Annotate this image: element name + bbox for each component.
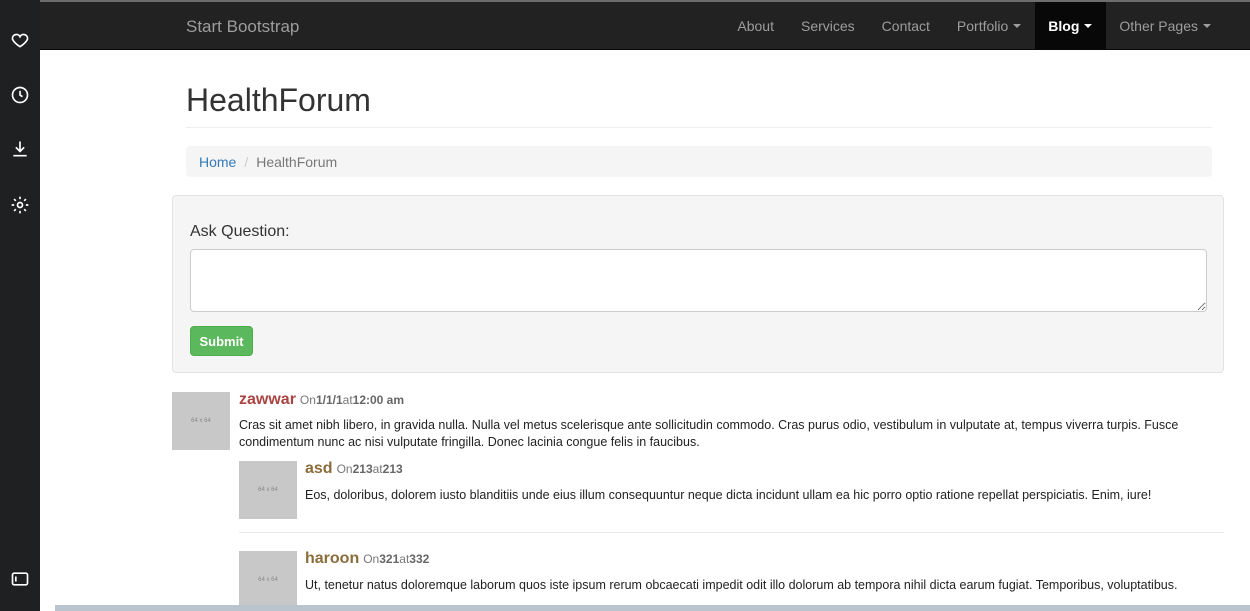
comment-on-text: On (363, 552, 380, 566)
comment-meta: On321at332 (363, 552, 429, 566)
nav-contact-label: Contact (881, 17, 930, 34)
comment-at-text: at (399, 552, 410, 566)
comment-time: 12:00 am (352, 393, 405, 407)
browser-sidebar (0, 0, 40, 611)
comment-time: 332 (409, 552, 430, 566)
nav-blog[interactable]: Blog (1034, 2, 1106, 49)
comment-text: Ut, tenetur natus doloremque laborum quo… (305, 578, 1178, 592)
nav-services-label: Services (800, 17, 855, 34)
page-title: HealthForum (186, 82, 371, 118)
comment-date: 1/1/1 (315, 393, 343, 407)
sidebar-toggle-icon[interactable] (8, 567, 32, 591)
nav-portfolio-label: Portfolio (956, 17, 1009, 34)
navbar-nav: About Services Contact Portfolio Blog Ot… (724, 2, 1250, 49)
ask-question-panel: Ask Question: Submit (172, 195, 1224, 373)
comment-author-line: haroon On321at332 (305, 550, 429, 568)
comment-author: zawwar (239, 391, 296, 408)
ask-question-label: Ask Question: (190, 223, 290, 240)
avatar: 64 x 64 (239, 461, 297, 519)
comment-date: 321 (379, 552, 400, 566)
nav-services[interactable]: Services (787, 2, 868, 49)
nav-about-label: About (737, 17, 774, 34)
comment-date: 213 (352, 462, 373, 476)
comment-at-text: at (372, 462, 383, 476)
caret-down-icon (1013, 23, 1022, 28)
navbar-brand[interactable]: Start Bootstrap (186, 17, 299, 37)
comment-author: haroon (305, 550, 360, 567)
nav-other-pages-label: Other Pages (1119, 17, 1198, 34)
submit-button[interactable]: Submit (190, 326, 253, 356)
comment-text: Cras sit amet nibh libero, in gravida nu… (239, 418, 1179, 449)
comment-on-text: On (299, 393, 316, 407)
comment-at-text: at (342, 393, 353, 407)
divider (239, 532, 1224, 533)
comment-meta: On1/1/1at12:00 am (300, 393, 404, 407)
avatar: 64 x 64 (172, 392, 230, 450)
comment-meta: On213at213 (337, 462, 403, 476)
comment-author-line: zawwar On1/1/1at12:00 am (239, 391, 404, 409)
question-textarea[interactable] (190, 249, 1207, 312)
heart-icon[interactable] (8, 28, 32, 52)
clock-icon[interactable] (8, 83, 32, 107)
gear-icon[interactable] (8, 193, 32, 217)
comment-time: 213 (382, 462, 403, 476)
breadcrumb-home-link[interactable]: Home (199, 154, 236, 170)
caret-down-icon (1084, 23, 1093, 28)
breadcrumb: Home / HealthForum (186, 146, 1212, 177)
avatar: 64 x 64 (239, 551, 297, 609)
comment-author: asd (305, 460, 333, 477)
nav-blog-label: Blog (1048, 17, 1080, 34)
breadcrumb-separator: / (244, 153, 249, 170)
download-icon[interactable] (8, 137, 32, 161)
nav-about[interactable]: About (724, 2, 788, 49)
comment-on-text: On (336, 462, 353, 476)
nav-contact[interactable]: Contact (868, 2, 943, 49)
nav-portfolio[interactable]: Portfolio (943, 2, 1034, 49)
comment-author-line: asd On213at213 (305, 460, 403, 478)
navbar: Start Bootstrap About Services Contact P… (40, 2, 1250, 50)
breadcrumb-current: HealthForum (256, 153, 338, 170)
comment-text: Eos, doloribus, dolorem iusto blanditiis… (305, 488, 1152, 502)
nav-other-pages[interactable]: Other Pages (1106, 2, 1250, 49)
divider (186, 127, 1212, 128)
caret-down-icon (1203, 23, 1211, 28)
horizontal-scrollbar[interactable] (55, 605, 1250, 611)
